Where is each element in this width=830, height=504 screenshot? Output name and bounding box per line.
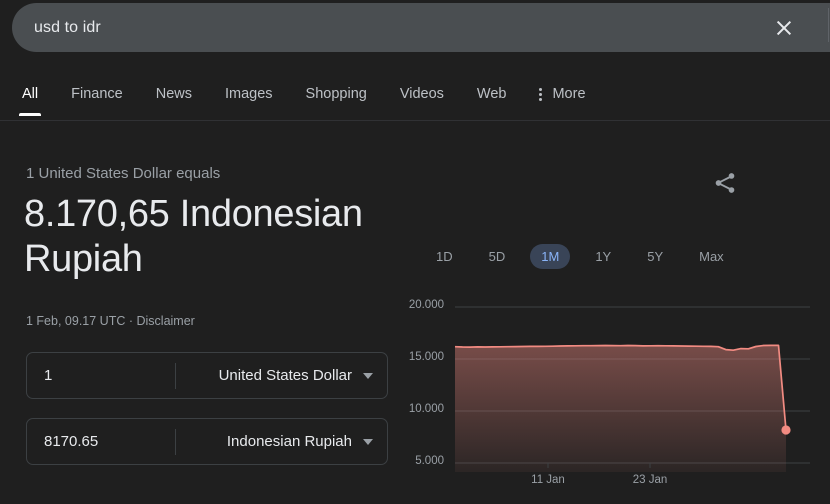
tab-news-label: News <box>155 86 192 102</box>
chart-canvas <box>454 306 810 472</box>
range-button-1m-label: 1M <box>541 249 560 264</box>
amount-input-from[interactable]: 1 <box>27 367 175 384</box>
tab-more[interactable]: More <box>539 76 586 116</box>
exchange-rate-chart[interactable]: 20.000 15.000 10.000 5.000 11 Jan 23 Jan <box>398 288 818 493</box>
chart-y-tick-label: 15.000 <box>408 351 444 363</box>
header-divider <box>828 8 829 42</box>
tab-web[interactable]: Web <box>477 76 507 116</box>
search-header: usd to idr <box>0 0 830 54</box>
disclaimer-link[interactable]: Disclaimer <box>137 314 195 328</box>
currency-select-to-label: Indonesian Rupiah <box>226 433 352 450</box>
search-results-page: usd to idr All Finance News Images Shopp… <box>0 0 830 504</box>
tab-all-label: All <box>22 86 39 102</box>
chevron-down-icon[interactable] <box>363 438 373 445</box>
conversion-timestamp-row: 1 Feb, 09.17 UTC · Disclaimer <box>26 314 195 328</box>
search-tabs: All Finance News Images Shopping Videos … <box>0 76 830 121</box>
range-button-max[interactable]: Max <box>688 244 735 269</box>
conversion-equals-label: 1 United States Dollar equals <box>26 165 221 182</box>
tab-news[interactable]: News <box>156 76 192 116</box>
currency-select-to[interactable]: Indonesian Rupiah <box>176 433 387 450</box>
tab-shopping[interactable]: Shopping <box>306 76 367 116</box>
range-button-1d[interactable]: 1D <box>425 244 464 269</box>
converter-row-to[interactable]: 8170.65 Indonesian Rupiah <box>26 418 388 465</box>
tab-shopping-label: Shopping <box>305 86 367 102</box>
chart-x-tick-label: 23 Jan <box>632 474 668 486</box>
tab-finance[interactable]: Finance <box>71 76 123 116</box>
tab-videos-label: Videos <box>399 86 444 102</box>
range-button-1y-label: 1Y <box>595 249 612 264</box>
range-button-5d[interactable]: 5D <box>478 244 517 269</box>
tab-images-label: Images <box>224 86 273 102</box>
tab-videos[interactable]: Videos <box>400 76 444 116</box>
tab-finance-label: Finance <box>71 86 123 102</box>
currency-select-from-label: United States Dollar <box>218 367 352 384</box>
conversion-timestamp: 1 Feb, 09.17 UTC <box>26 314 126 328</box>
chart-range-selector: 1D 5D 1M 1Y 5Y Max <box>425 243 765 270</box>
tab-web-label: Web <box>476 86 507 102</box>
timestamp-separator: · <box>128 314 134 328</box>
search-box[interactable]: usd to idr <box>12 3 830 52</box>
amount-input-to[interactable]: 8170.65 <box>27 433 175 450</box>
converter-row-from[interactable]: 1 United States Dollar <box>26 352 388 399</box>
range-button-max-label: Max <box>699 249 724 264</box>
share-icon[interactable] <box>712 170 738 196</box>
chart-y-tick-label: 10.000 <box>408 403 444 415</box>
close-icon[interactable] <box>772 16 796 40</box>
tab-images[interactable]: Images <box>225 76 273 116</box>
tab-all[interactable]: All <box>18 76 42 116</box>
chart-y-tick-label: 5.000 <box>415 455 444 467</box>
conversion-result-amount: 8.170,65 Indonesian Rupiah <box>24 193 363 280</box>
currency-select-from[interactable]: United States Dollar <box>176 367 387 384</box>
tab-more-label: More <box>552 86 586 102</box>
range-button-1m[interactable]: 1M <box>530 244 571 269</box>
range-button-1d-label: 1D <box>436 249 453 264</box>
range-button-5y[interactable]: 5Y <box>636 244 674 269</box>
range-button-5d-label: 5D <box>488 249 506 264</box>
search-input[interactable]: usd to idr <box>34 19 772 37</box>
chart-x-tick-label: 11 Jan <box>531 474 565 486</box>
more-vertical-icon <box>539 87 543 102</box>
chevron-down-icon[interactable] <box>363 372 373 379</box>
chart-y-tick-label: 20.000 <box>408 299 444 311</box>
tabs-divider <box>0 120 830 121</box>
range-button-1y[interactable]: 1Y <box>584 244 622 269</box>
range-button-5y-label: 5Y <box>647 249 664 264</box>
